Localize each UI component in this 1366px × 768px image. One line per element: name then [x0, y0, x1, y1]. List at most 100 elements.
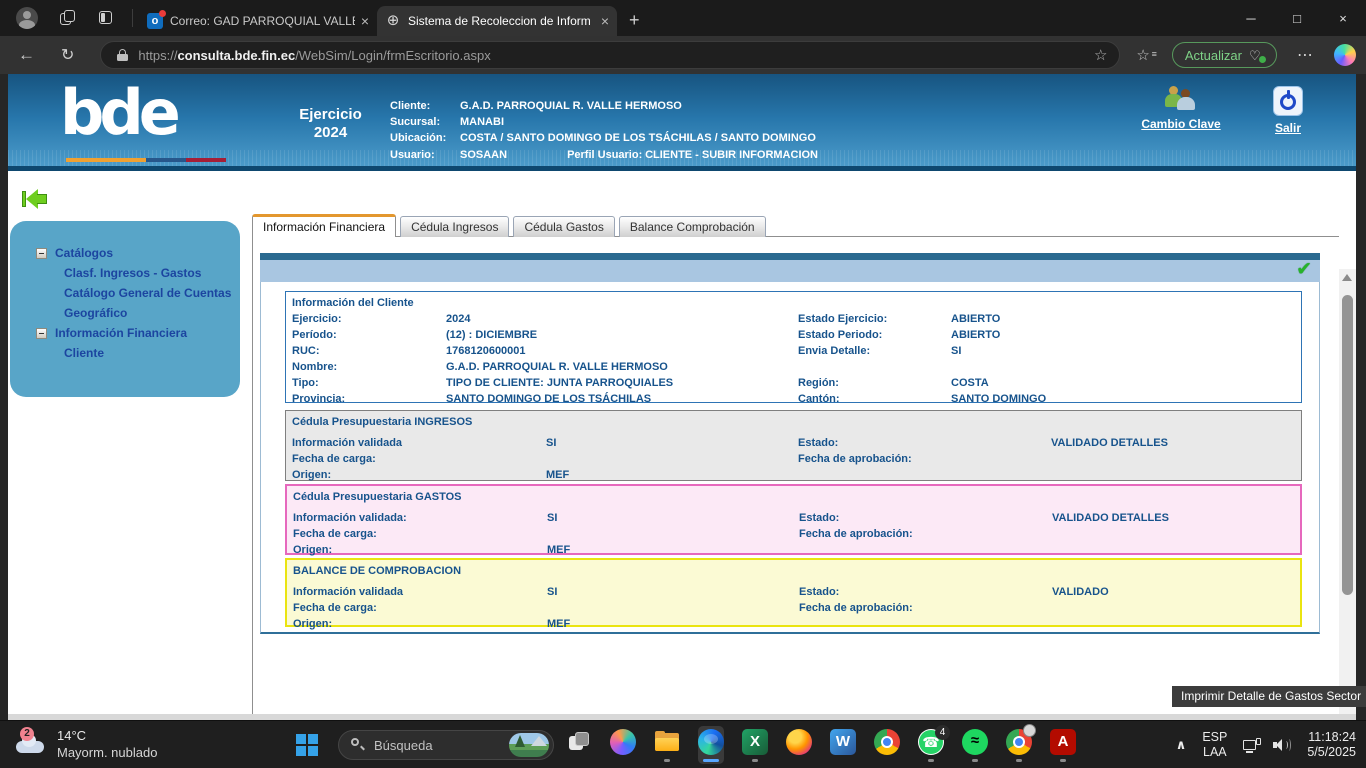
logo-stripes [66, 158, 226, 162]
close-tab-icon[interactable]: × [601, 13, 609, 29]
sidebar-item-cliente[interactable]: Cliente [10, 343, 240, 363]
validate-check-icon[interactable]: ✔ [1296, 258, 1312, 281]
browser-profile-avatar[interactable] [16, 7, 38, 29]
periodo-label: Período: [292, 327, 446, 343]
users-icon [1163, 86, 1199, 112]
tipo-label: Tipo: [292, 375, 446, 391]
acrobat-button[interactable]: A [1050, 726, 1076, 764]
cambio-clave-link[interactable]: Cambio Clave [1126, 86, 1236, 131]
info-validada-label: Información validada [292, 435, 546, 451]
cedula-ingresos-panel: Cédula Presupuestaria INGRESOS Informaci… [285, 410, 1302, 481]
page-scrollbar[interactable] [1339, 269, 1356, 714]
sidebar-item-informacion-financiera[interactable]: Información Financiera [10, 323, 240, 343]
minimize-button[interactable]: ─ [1228, 0, 1274, 36]
spotify-button[interactable]: ≈ [962, 726, 988, 764]
sidebar-item-clasf-ingresos-gastos[interactable]: Clasf. Ingresos - Gastos [10, 263, 240, 283]
content-tabs: Información Financiera Cédula Ingresos C… [252, 214, 766, 237]
browser-tab-sistema[interactable]: ⊕ Sistema de Recoleccion de Inform × [377, 6, 617, 36]
provincia-value: SANTO DOMINGO DE LOS TSÁCHILAS [446, 391, 798, 407]
tray-icons[interactable] [1243, 738, 1291, 753]
file-explorer-button[interactable] [654, 726, 680, 764]
tab-informacion-financiera[interactable]: Información Financiera [252, 214, 396, 237]
tab-balance-comprobacion[interactable]: Balance Comprobación [619, 216, 766, 237]
excel-button[interactable]: X [742, 726, 768, 764]
close-window-button[interactable]: × [1320, 0, 1366, 36]
network-icon[interactable] [1243, 738, 1261, 753]
perfil-label: Perfil Usuario: [567, 147, 645, 163]
chrome-profile-button[interactable] [1006, 726, 1032, 764]
start-button[interactable] [296, 734, 318, 756]
firefox-button[interactable] [786, 726, 812, 764]
tab-cedula-ingresos[interactable]: Cédula Ingresos [400, 216, 509, 237]
tray-chevron-icon[interactable]: ∧ [1176, 737, 1187, 753]
sidebar-item-catalogos[interactable]: Catálogos [10, 243, 240, 263]
sidebar-item-geografico[interactable]: Geográfico [10, 303, 240, 323]
workspaces-icon[interactable] [60, 10, 76, 26]
tipo-value: TIPO DE CLIENTE: JUNTA PARROQUIALES [446, 375, 798, 391]
favorite-star-icon[interactable]: ☆ [1094, 46, 1107, 64]
ruc-label: RUC: [292, 343, 446, 359]
whatsapp-badge: 4 [935, 725, 950, 740]
time: 11:18:24 [1307, 730, 1356, 745]
copilot-button[interactable] [610, 726, 636, 764]
scroll-up-icon[interactable] [1342, 274, 1352, 281]
task-view-icon [566, 729, 592, 755]
info-validada-label: Información validada [293, 584, 547, 600]
close-tab-icon[interactable]: × [361, 13, 369, 29]
language-indicator[interactable]: ESP LAA [1202, 730, 1227, 760]
favorites-icon[interactable]: ☆≡ [1136, 46, 1149, 64]
panel-title: Información del Cliente [292, 295, 1295, 311]
origen-value: MEF [546, 467, 798, 483]
fecha-aprobacion-label: Fecha de aprobación: [799, 526, 1052, 542]
browser-health-icon: ♡ [1249, 48, 1264, 62]
refresh-button[interactable]: ↻ [61, 45, 74, 65]
estado-ejercicio-label: Estado Ejercicio: [798, 311, 951, 327]
actualizar-button[interactable]: Actualizar ♡ [1172, 42, 1277, 68]
cedula-gastos-panel: Cédula Presupuestaria GASTOS Información… [285, 484, 1302, 555]
new-tab-button[interactable]: + [629, 10, 640, 31]
estado-label: Estado: [799, 584, 1052, 600]
volume-icon[interactable] [1273, 738, 1291, 752]
url-field[interactable]: https://consulta.bde.fin.ec/WebSim/Login… [100, 41, 1120, 69]
estado-value: VALIDADO DETALLES [1051, 435, 1295, 451]
weather-condition: Mayorm. nublado [57, 744, 157, 761]
back-button[interactable]: ← [18, 45, 35, 65]
clock[interactable]: 11:18:24 5/5/2025 [1307, 730, 1356, 760]
scrollbar-thumb[interactable] [1342, 295, 1353, 595]
collapse-icon[interactable] [36, 248, 47, 259]
balance-comprobacion-panel: BALANCE DE COMPROBACION Información vali… [285, 558, 1302, 627]
nombre-label: Nombre: [292, 359, 446, 375]
acrobat-icon: A [1050, 729, 1076, 755]
browser-tab-correo[interactable]: o Correo: GAD PARROQUIAL VALLE × [139, 6, 377, 36]
tab-actions-icon[interactable] [98, 10, 114, 26]
panel-title: BALANCE DE COMPROBACION [293, 563, 1294, 580]
power-icon [1273, 86, 1303, 116]
collapse-icon[interactable] [36, 328, 47, 339]
copilot-icon[interactable] [1334, 44, 1356, 66]
outlook-icon: o [147, 13, 163, 29]
browser-menu-icon[interactable]: ⋯ [1297, 45, 1314, 65]
edge-button[interactable] [698, 726, 724, 764]
tab-cedula-gastos[interactable]: Cédula Gastos [513, 216, 614, 237]
page-body: Catálogos Clasf. Ingresos - Gastos Catál… [8, 171, 1356, 720]
search-placeholder: Búsqueda [374, 738, 509, 753]
estado-periodo-label: Estado Periodo: [798, 327, 951, 343]
weather-widget[interactable]: 2 14°C Mayorm. nublado [14, 727, 157, 761]
chrome-button[interactable] [874, 726, 900, 764]
avatar-head-icon [23, 11, 31, 19]
titlebar-separator [132, 9, 133, 27]
tab-title: Sistema de Recoleccion de Inform [408, 14, 595, 28]
info-validada-value: SI [546, 435, 798, 451]
maximize-button[interactable]: □ [1274, 0, 1320, 36]
back-navigation-icon[interactable] [22, 189, 48, 209]
search-highlight-image[interactable] [509, 733, 549, 757]
sidebar-item-catalogo-general-cuentas[interactable]: Catálogo General de Cuentas [10, 283, 240, 303]
salir-link[interactable]: Salir [1256, 86, 1320, 135]
fecha-carga-label: Fecha de carga: [292, 451, 546, 467]
screen: o Correo: GAD PARROQUIAL VALLE × ⊕ Siste… [0, 0, 1366, 768]
whatsapp-button[interactable]: ☎4 [918, 726, 944, 764]
ejercicio-year: Ejercicio 2024 [278, 106, 383, 142]
taskbar-search[interactable]: Búsqueda [338, 730, 554, 760]
task-view-button[interactable] [566, 726, 592, 764]
word-button[interactable]: W [830, 726, 856, 764]
